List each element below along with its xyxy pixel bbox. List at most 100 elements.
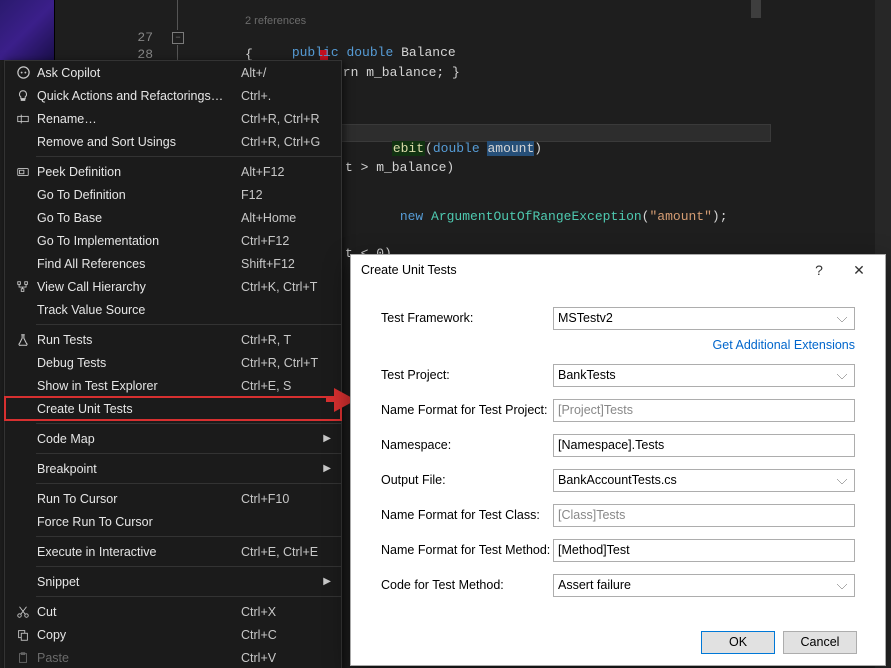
cancel-button[interactable]: Cancel [783, 631, 857, 654]
token-type: ArgumentOutOfRangeException [431, 209, 642, 224]
dialog-footer: OK Cancel [351, 619, 885, 665]
menu-separator [36, 324, 341, 325]
menu-shortcut: F12 [241, 188, 341, 202]
menu-peek-definition[interactable]: Peek Definition Alt+F12 [5, 160, 341, 183]
code-method-select[interactable]: Assert failure [553, 574, 855, 597]
menu-ask-copilot[interactable]: Ask Copilot Alt+/ [5, 61, 341, 84]
menu-label: Cut [35, 605, 241, 619]
menu-quick-actions[interactable]: Quick Actions and Refactorings… Ctrl+. [5, 84, 341, 107]
peek-icon [11, 165, 35, 179]
method-name: ebit [392, 141, 425, 156]
token-keyword: double [433, 141, 480, 156]
menu-separator [36, 536, 341, 537]
menu-shortcut: Ctrl+V [241, 651, 341, 665]
lightbulb-icon [11, 89, 35, 103]
paste-icon [11, 651, 35, 665]
cut-icon [11, 605, 35, 619]
menu-view-call-hierarchy[interactable]: View Call Hierarchy Ctrl+K, Ctrl+T [5, 275, 341, 298]
menu-label: Quick Actions and Refactorings… [35, 89, 241, 103]
menu-remove-usings[interactable]: Remove and Sort Usings Ctrl+R, Ctrl+G [5, 130, 341, 153]
menu-goto-implementation[interactable]: Go To Implementation Ctrl+F12 [5, 229, 341, 252]
framework-label: Test Framework: [381, 311, 553, 325]
menu-copy[interactable]: Copy Ctrl+C [5, 623, 341, 646]
menu-run-tests[interactable]: Run Tests Ctrl+R, T [5, 328, 341, 351]
token-keyword: double [346, 45, 393, 60]
output-file-label: Output File: [381, 473, 553, 487]
menu-label: Debug Tests [35, 356, 241, 370]
menu-track-value-source[interactable]: Track Value Source [5, 298, 341, 321]
menu-shortcut: Ctrl+R, Ctrl+T [241, 356, 341, 370]
menu-label: Go To Base [35, 211, 241, 225]
menu-label: Go To Implementation [35, 234, 241, 248]
menu-separator [36, 596, 341, 597]
menu-shortcut: Ctrl+R, Ctrl+G [241, 135, 341, 149]
menu-find-references[interactable]: Find All References Shift+F12 [5, 252, 341, 275]
menu-shortcut: Alt+/ [241, 66, 341, 80]
menu-label: Execute in Interactive [35, 545, 241, 559]
menu-shortcut: Ctrl+E, S [241, 379, 341, 393]
dialog-titlebar[interactable]: Create Unit Tests ? ✕ [351, 255, 885, 285]
menu-goto-definition[interactable]: Go To Definition F12 [5, 183, 341, 206]
menu-show-test-explorer[interactable]: Show in Test Explorer Ctrl+E, S [5, 374, 341, 397]
name-class-input[interactable] [553, 504, 855, 527]
project-select[interactable]: BankTests [553, 364, 855, 387]
menu-label: View Call Hierarchy [35, 280, 241, 294]
copy-icon [11, 628, 35, 642]
menu-shortcut: Shift+F12 [241, 257, 341, 271]
token-keyword: new [400, 209, 423, 224]
menu-execute-interactive[interactable]: Execute in Interactive Ctrl+E, Ctrl+E [5, 540, 341, 563]
submenu-arrow-icon: ▶ [323, 463, 331, 474]
menu-debug-tests[interactable]: Debug Tests Ctrl+R, Ctrl+T [5, 351, 341, 374]
menu-shortcut: Alt+F12 [241, 165, 341, 179]
menu-label: Track Value Source [35, 303, 241, 317]
framework-select[interactable]: MSTestv2 [553, 307, 855, 330]
menu-separator [36, 566, 341, 567]
dialog-body: Test Framework: MSTestv2 Get Additional … [351, 285, 885, 619]
menu-run-to-cursor[interactable]: Run To Cursor Ctrl+F10 [5, 487, 341, 510]
menu-paste: Paste Ctrl+V [5, 646, 341, 668]
menu-label: Snippet [35, 575, 341, 589]
menu-create-unit-tests[interactable]: Create Unit Tests [5, 397, 341, 420]
menu-snippet[interactable]: Snippet ▶ [5, 570, 341, 593]
copilot-icon [11, 65, 35, 80]
menu-label: Force Run To Cursor [35, 515, 241, 529]
menu-separator [36, 453, 341, 454]
menu-force-run-to-cursor[interactable]: Force Run To Cursor [5, 510, 341, 533]
fold-toggle-icon[interactable]: − [172, 32, 184, 44]
menu-shortcut: Ctrl+. [241, 89, 341, 103]
menu-label: Rename… [35, 112, 241, 126]
create-unit-tests-dialog: Create Unit Tests ? ✕ Test Framework: MS… [350, 254, 886, 666]
code-fragment: t > m_balance) [345, 160, 454, 175]
editor-context-menu[interactable]: Ask Copilot Alt+/ Quick Actions and Refa… [4, 60, 342, 668]
menu-code-map[interactable]: Code Map ▶ [5, 427, 341, 450]
menu-rename[interactable]: Rename… Ctrl+R, Ctrl+R [5, 107, 341, 130]
menu-label: Find All References [35, 257, 241, 271]
fold-guide [177, 0, 178, 30]
namespace-input[interactable] [553, 434, 855, 457]
output-file-select[interactable]: BankAccountTests.cs [553, 469, 855, 492]
menu-shortcut: Ctrl+R, Ctrl+R [241, 112, 341, 126]
ok-button[interactable]: OK [701, 631, 775, 654]
menu-breakpoint[interactable]: Breakpoint ▶ [5, 457, 341, 480]
parameter-highlight: amount [487, 141, 534, 156]
name-method-label: Name Format for Test Method: [381, 543, 553, 557]
get-extensions-link[interactable]: Get Additional Extensions [713, 338, 855, 352]
menu-label: Go To Definition [35, 188, 241, 202]
menu-shortcut: Ctrl+E, Ctrl+E [241, 545, 341, 559]
menu-shortcut: Ctrl+R, T [241, 333, 341, 347]
menu-label: Show in Test Explorer [35, 379, 241, 393]
menu-separator [36, 423, 341, 424]
flask-icon [11, 333, 35, 347]
namespace-label: Namespace: [381, 438, 553, 452]
codelens-references[interactable]: 2 references [245, 15, 306, 27]
name-method-input[interactable] [553, 539, 855, 562]
menu-cut[interactable]: Cut Ctrl+X [5, 600, 341, 623]
close-button[interactable]: ✕ [839, 256, 879, 284]
menu-goto-base[interactable]: Go To Base Alt+Home [5, 206, 341, 229]
dialog-title: Create Unit Tests [361, 263, 799, 277]
help-button[interactable]: ? [799, 256, 839, 284]
name-project-input[interactable] [553, 399, 855, 422]
menu-shortcut: Ctrl+C [241, 628, 341, 642]
hierarchy-icon [11, 280, 35, 294]
token-keyword: public [292, 45, 339, 60]
